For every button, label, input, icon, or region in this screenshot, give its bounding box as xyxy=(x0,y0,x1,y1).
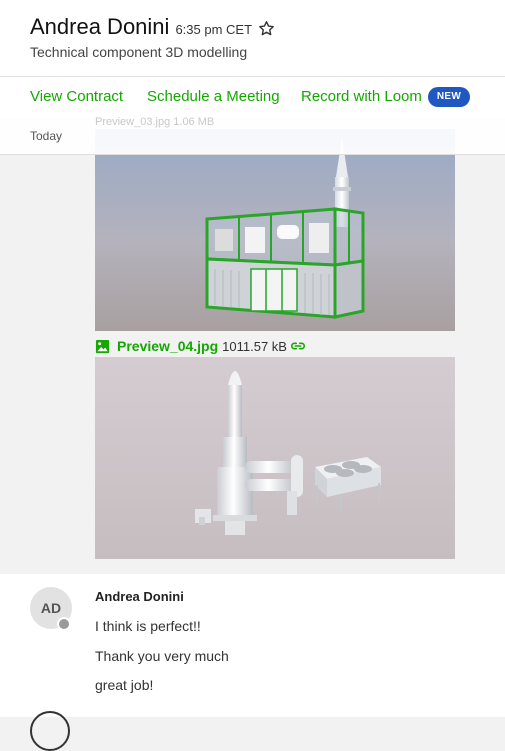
attachment-row: Preview_04.jpg 1011.57 kB xyxy=(95,337,306,355)
contact-name-row: Andrea Donini 6:35 pm CET xyxy=(30,14,275,40)
new-badge: NEW xyxy=(428,87,470,107)
day-divider: Preview_03.jpg 1.06 MB Today xyxy=(0,116,505,155)
attachment-size: 1011.57 kB xyxy=(222,338,287,354)
next-message-avatar xyxy=(30,711,70,751)
message-line: great job! xyxy=(95,677,154,693)
local-time: 6:35 pm CET xyxy=(175,22,253,37)
message-line: Thank you very much xyxy=(95,648,229,664)
contact-name[interactable]: Andrea Donini xyxy=(30,14,169,40)
attachment-filename[interactable]: Preview_04.jpg xyxy=(117,338,218,354)
star-outline-icon[interactable] xyxy=(258,20,275,37)
presence-indicator xyxy=(57,617,71,631)
link-icon[interactable] xyxy=(290,339,306,353)
view-contract-link[interactable]: View Contract xyxy=(30,88,123,105)
preview-image-04[interactable] xyxy=(95,357,455,559)
image-file-icon xyxy=(95,339,110,353)
preview-image-03[interactable] xyxy=(95,129,455,331)
message-sender[interactable]: Andrea Donini xyxy=(95,589,184,604)
record-loom-link[interactable]: Record with Loom xyxy=(301,88,422,105)
message-panel xyxy=(0,574,505,717)
schedule-meeting-link[interactable]: Schedule a Meeting xyxy=(147,88,280,105)
message-line: I think is perfect!! xyxy=(95,618,201,634)
partial-attachment-label: Preview_03.jpg 1.06 MB xyxy=(95,116,215,128)
contract-header: Andrea Donini 6:35 pm CET Technical comp… xyxy=(0,0,505,76)
contract-title: Technical component 3D modelling xyxy=(30,44,248,60)
day-divider-label: Today xyxy=(30,129,63,143)
